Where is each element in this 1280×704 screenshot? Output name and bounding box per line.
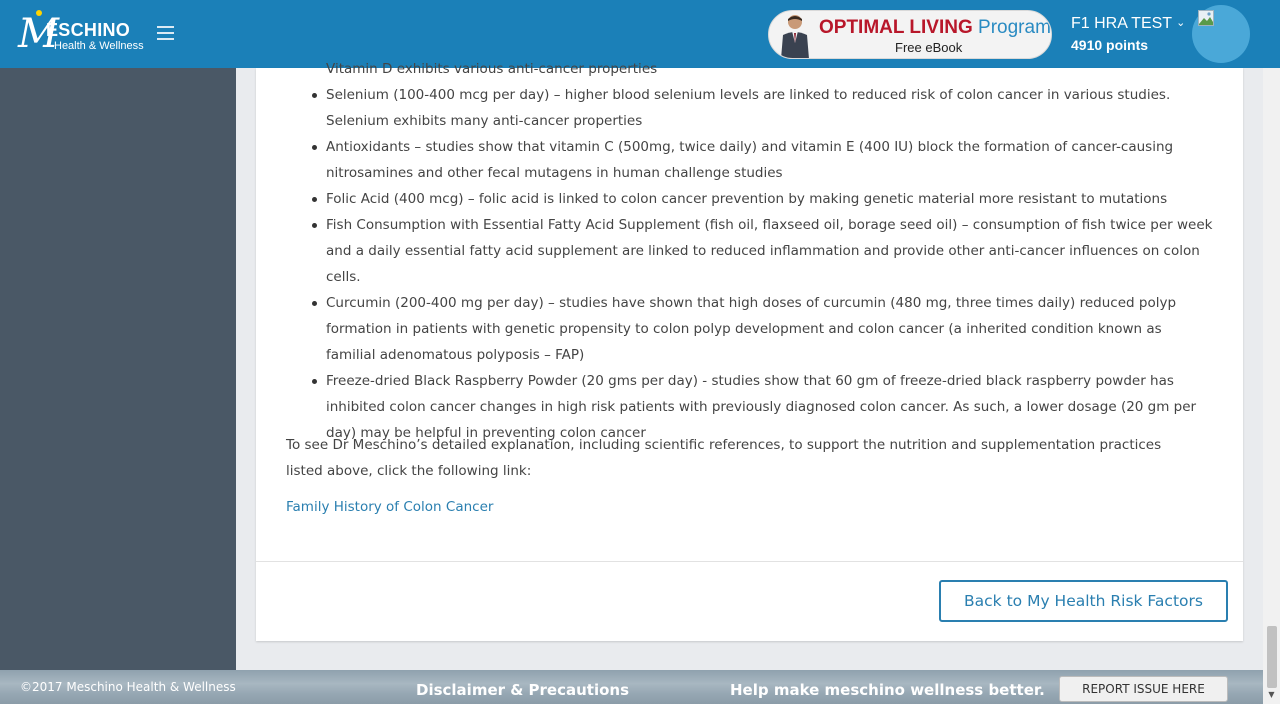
- content-card: Vitamin D exhibits various anti-cancer p…: [256, 61, 1243, 641]
- divider: [256, 561, 1243, 562]
- list-item: Selenium (100-400 mcg per day) – higher …: [312, 82, 1214, 134]
- logo-subtitle: Health & Wellness: [54, 40, 144, 52]
- promo-title: OPTIMAL LIVING Program: [819, 17, 1051, 39]
- list-item-partial: Vitamin D exhibits various anti-cancer p…: [326, 61, 658, 77]
- list-item: Antioxidants – studies show that vitamin…: [312, 134, 1214, 186]
- supplement-list: Vitamin D exhibits various anti-cancer p…: [312, 56, 1214, 446]
- scroll-down-arrow-icon[interactable]: ▼: [1263, 686, 1280, 703]
- logo-dot: [36, 10, 42, 16]
- user-name: F1 HRA TEST: [1071, 15, 1173, 32]
- person-photo-icon: [781, 15, 809, 58]
- menu-icon[interactable]: [157, 26, 174, 40]
- page-scrollbar[interactable]: ▼: [1263, 68, 1280, 704]
- promo-title-optimal-living: OPTIMAL LIVING: [819, 17, 973, 38]
- report-issue-button[interactable]: REPORT ISSUE HERE: [1059, 676, 1228, 702]
- promo-title-program: Program: [978, 17, 1051, 38]
- list-item: Fish Consumption with Essential Fatty Ac…: [312, 212, 1214, 290]
- back-to-health-risk-factors-button[interactable]: Back to My Health Risk Factors: [939, 580, 1228, 622]
- family-history-link[interactable]: Family History of Colon Cancer: [286, 494, 493, 520]
- optimal-living-promo-button[interactable]: OPTIMAL LIVING Program Free eBook: [768, 10, 1052, 59]
- list-item: Folic Acid (400 mcg) – folic acid is lin…: [312, 186, 1214, 212]
- meschino-logo[interactable]: M ESCHINO Health & Wellness: [18, 10, 148, 58]
- scrollbar-thumb[interactable]: [1267, 626, 1277, 688]
- footer: ©2017 Meschino Health & Wellness Disclai…: [0, 670, 1263, 704]
- help-text: Help make meschino wellness better.: [730, 681, 1045, 699]
- promo-subtitle: Free eBook: [895, 40, 963, 55]
- copyright-text: ©2017 Meschino Health & Wellness: [20, 680, 236, 694]
- broken-image-icon: [1198, 10, 1214, 26]
- list-item: Curcumin (200-400 mg per day) – studies …: [312, 290, 1214, 368]
- chevron-down-icon[interactable]: ⌄: [1176, 14, 1185, 32]
- sidebar: [0, 68, 236, 670]
- user-name-row: F1 HRA TEST ⌄: [1071, 14, 1185, 33]
- avatar[interactable]: [1192, 5, 1250, 63]
- disclaimer-link[interactable]: Disclaimer & Precautions: [416, 681, 629, 699]
- reference-paragraph: To see Dr Meschino’s detailed explanatio…: [286, 437, 1162, 479]
- logo-wordmark: ESCHINO: [46, 20, 131, 40]
- user-menu[interactable]: F1 HRA TEST ⌄ 4910 points: [1071, 14, 1185, 53]
- user-points: 4910 points: [1071, 37, 1149, 53]
